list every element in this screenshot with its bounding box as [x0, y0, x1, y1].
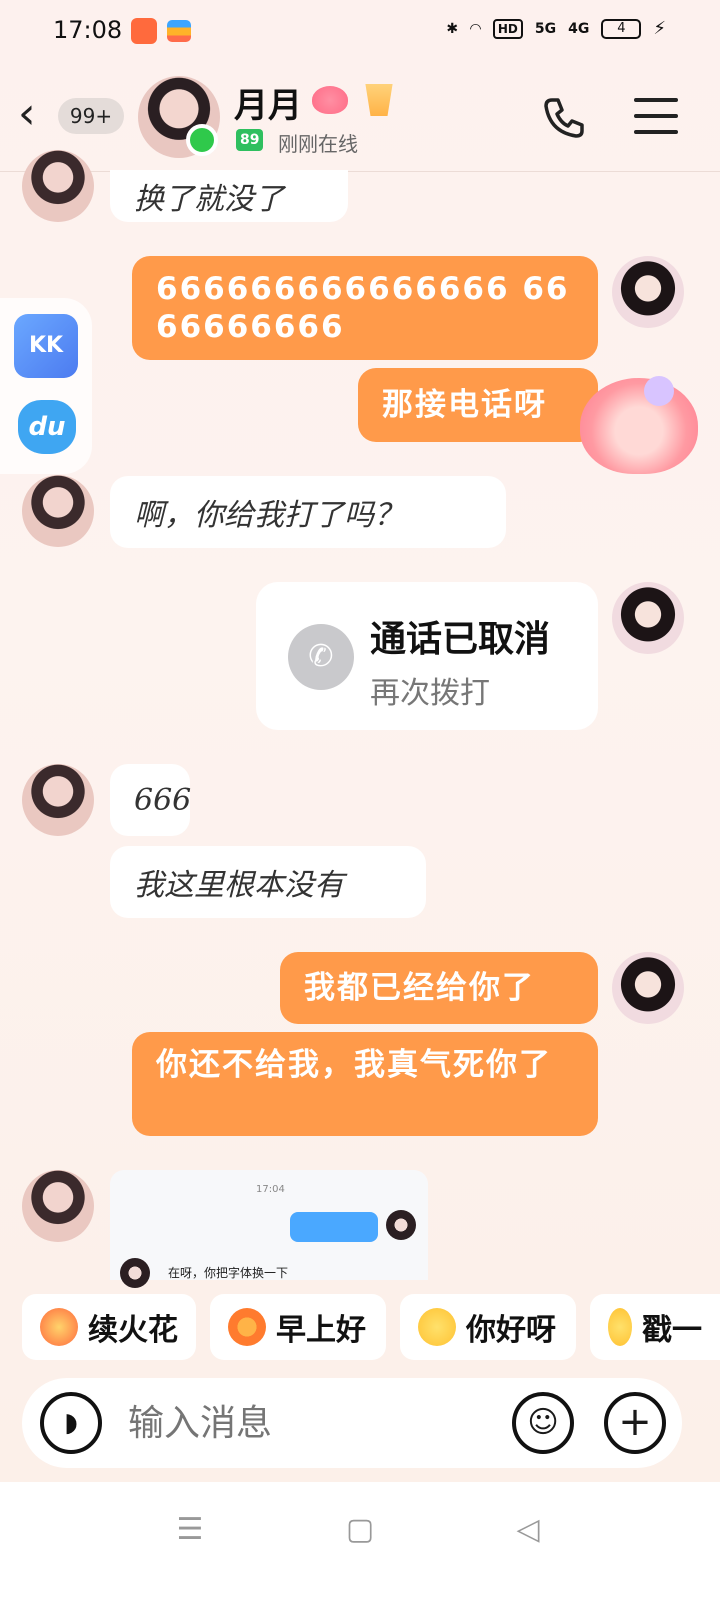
quick-reply-label: 戳一 — [642, 1313, 702, 1348]
online-status-text: 刚刚在线 — [278, 132, 358, 156]
redial-link[interactable]: 再次拨打 — [370, 668, 490, 712]
missed-call-icon: ✆ — [288, 624, 354, 690]
laughing-face-icon — [418, 1308, 456, 1346]
level-badge: 89 — [236, 129, 264, 151]
quick-reply-label: 你好呀 — [466, 1313, 556, 1348]
wifi-icon: ◠ — [470, 20, 481, 37]
quick-reply-label: 早上好 — [276, 1313, 366, 1348]
voice-input-icon[interactable]: ◗ — [40, 1392, 102, 1454]
image-inner-avatar — [120, 1258, 150, 1288]
my-avatar[interactable] — [612, 256, 684, 328]
phone-call-icon[interactable] — [540, 94, 588, 142]
image-inner-avatar — [386, 1210, 416, 1240]
online-status-dot — [186, 124, 218, 156]
app-notification-icon — [131, 18, 157, 44]
peach-mascot-icon — [312, 86, 348, 114]
unread-count-badge[interactable]: 99+ — [58, 98, 124, 134]
signal-5g-icon: 5G — [534, 20, 557, 37]
smirk-face-icon — [608, 1308, 632, 1346]
message-input[interactable] — [128, 1398, 498, 1448]
contact-message-avatar[interactable] — [22, 150, 94, 222]
message-bubble-sent[interactable]: 那接电话呀 — [358, 368, 598, 442]
message-bubble-sent[interactable]: 666666666666666 6666666666 — [132, 256, 598, 360]
wallet-notification-icon — [167, 20, 191, 42]
message-bubble-sent[interactable]: 我都已经给你了 — [280, 952, 598, 1024]
kk-app-icon[interactable]: KK — [14, 314, 78, 378]
message-bubble-received[interactable]: 换了就没了 — [110, 170, 348, 222]
image-inner-text: 在呀，你把字体换一下 — [168, 1266, 289, 1280]
my-avatar[interactable] — [612, 952, 684, 1024]
plus-icon[interactable]: + — [604, 1392, 666, 1454]
mascot-bubble-decoration — [644, 376, 674, 406]
image-inner-bubble — [290, 1212, 378, 1242]
fire-face-icon — [40, 1308, 78, 1346]
battery-icon: 4 — [601, 18, 642, 39]
message-bubble-received[interactable]: 666 — [110, 764, 191, 836]
quick-reply-label: 续火花 — [88, 1313, 178, 1348]
contact-name[interactable]: 月月 — [234, 78, 302, 127]
back-nav-icon[interactable]: ◁ — [508, 1510, 548, 1550]
back-arrow-icon[interactable]: ‹ — [18, 92, 36, 136]
status-icons: ✱ ◠ HD 5G 4G 4 ⚡ — [446, 18, 666, 39]
quick-reply-chip[interactable]: 你好呀 — [400, 1294, 576, 1360]
my-avatar[interactable] — [612, 582, 684, 654]
contact-message-avatar[interactable] — [22, 764, 94, 836]
call-status-title: 通话已取消 — [370, 619, 551, 660]
message-bubble-sent[interactable]: 你还不给我，我真气死你了 — [132, 1032, 598, 1136]
home-icon[interactable]: ▢ — [340, 1510, 380, 1550]
emoji-icon[interactable]: ☺ — [512, 1392, 574, 1454]
signal-4g-icon: 4G — [568, 20, 590, 37]
quick-reply-chip[interactable]: 续火花 — [22, 1294, 196, 1360]
quick-reply-chip[interactable]: 早上好 — [210, 1294, 386, 1360]
peach-mascot-sticker[interactable] — [580, 378, 698, 474]
status-time: 17:08 — [53, 16, 123, 44]
sunflower-icon — [228, 1308, 266, 1346]
bluetooth-icon: ✱ — [446, 20, 459, 37]
quick-reply-chip[interactable]: 戳一 — [590, 1294, 720, 1360]
recent-apps-icon[interactable]: ☰ — [170, 1510, 210, 1550]
contact-message-avatar[interactable] — [22, 1170, 94, 1242]
charging-icon: ⚡ — [653, 18, 666, 39]
contact-message-avatar[interactable] — [22, 475, 94, 547]
du-app-icon[interactable]: du — [18, 400, 76, 454]
menu-icon[interactable] — [634, 98, 678, 138]
message-bubble-received[interactable]: 啊，你给我打了吗？ — [110, 476, 506, 548]
hd-icon: HD — [492, 18, 523, 39]
message-bubble-received[interactable]: 我这里根本没有 — [110, 846, 426, 918]
image-inner-time: 17:04 — [256, 1184, 285, 1195]
